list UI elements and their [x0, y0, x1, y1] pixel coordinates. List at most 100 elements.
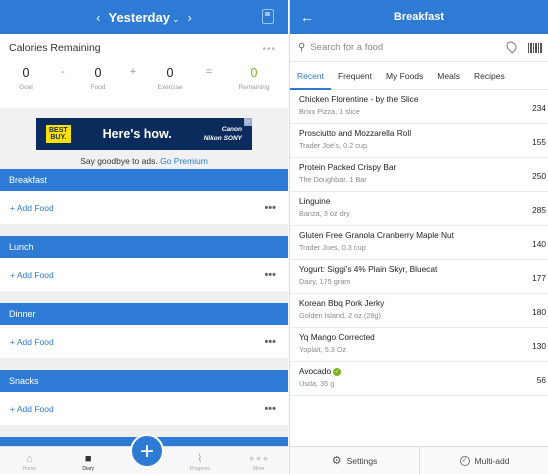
go-premium-link[interactable]: Go Premium [160, 156, 208, 166]
prev-day-button[interactable]: ‹ [96, 10, 100, 25]
food-detail: Yoplait, 5.3 Oz [299, 345, 347, 354]
goal-cell: 0 Goal [9, 66, 43, 91]
plus-operator: + [129, 66, 137, 78]
tab-more[interactable]: ∘∘∘ More [239, 452, 279, 472]
multi-add-button[interactable]: ✓ Multi-add [419, 447, 548, 474]
ad-section: BEST BUY. Here's how. Canon Nikon SONY ▷ … [0, 108, 288, 169]
food-name: Korean Bbq Pork Jerky [299, 298, 385, 308]
food-list-item[interactable]: Avocado ✓ Usda, 35 g 56 [290, 362, 548, 396]
more-options-icon[interactable]: ••• [264, 269, 276, 281]
food-name: Prosciutto and Mozzarella Roll [299, 128, 412, 138]
progress-chart-icon: ⌇ [197, 453, 203, 465]
exercise-cell: 0 Exercise [153, 66, 187, 91]
diary-icon[interactable] [262, 9, 274, 24]
search-bottom-bar: ⚙ Settings ✓ Multi-add [290, 446, 548, 474]
food-calories: 130 [532, 341, 546, 351]
food-name: Chicken Florentine - by the Slice [299, 94, 419, 104]
meal-header-breakfast: Breakfast [0, 169, 288, 191]
food-tabs: Recent Frequent My Foods Meals Recipes [290, 62, 548, 90]
food-detail: The Doughbar, 1 Bar [299, 175, 367, 184]
tab-recipes[interactable]: Recipes [467, 62, 512, 90]
search-bar[interactable]: ⚲ Search for a food [290, 34, 548, 62]
food-list-item[interactable]: Gluten Free Granola Cranberry Maple Nut … [290, 226, 548, 260]
tab-frequent[interactable]: Frequent [331, 62, 379, 90]
tab-home[interactable]: ⌂ Home [9, 452, 49, 472]
food-list-item[interactable]: Chicken Florentine - by the Slice Brixx … [290, 90, 548, 124]
search-icon: ⚲ [298, 42, 306, 53]
ad-text: Say goodbye to ads. Go Premium [80, 156, 208, 166]
add-food-lunch-button[interactable]: + Add Food [10, 270, 54, 280]
food-detail: Brixx Pizza, 1 slice [299, 107, 360, 116]
date-title: Yesterday [108, 9, 170, 25]
tab-diary[interactable]: ■ Diary [68, 452, 108, 472]
more-options-icon[interactable]: ••• [264, 336, 276, 348]
equals-operator: = [205, 66, 213, 78]
remaining-cell: 0 Remaining [231, 66, 277, 91]
remaining-value: 0 [250, 66, 258, 80]
goal-label: Goal [19, 84, 33, 91]
food-list-item[interactable]: Korean Bbq Pork Jerky Golden Island, 2 o… [290, 294, 548, 328]
food-name: Yogurt: Siggi's 4% Plain Skyr, Bluecat [299, 264, 438, 274]
food-name: Linguine [299, 196, 331, 206]
multi-add-label: Multi-add [474, 455, 510, 466]
food-detail: Trader Joe's, 0.2 cup [299, 141, 368, 150]
search-input[interactable]: Search for a food [310, 42, 383, 53]
remaining-label: Remaining [238, 84, 270, 91]
food-list-item[interactable]: Yogurt: Siggi's 4% Plain Skyr, Bluecat D… [290, 260, 548, 294]
settings-label: Settings [346, 455, 378, 466]
ad-slogan: Here's how. [102, 127, 172, 141]
add-food-breakfast-button[interactable]: + Add Food [10, 203, 54, 213]
ad-choices-icon[interactable]: ▷ [244, 118, 252, 126]
meal-breakfast: Breakfast + Add Food ••• [0, 169, 288, 224]
add-food-snacks-button[interactable]: + Add Food [10, 404, 54, 414]
verified-check-icon: ✓ [333, 367, 342, 376]
tab-progress[interactable]: ⌇ Progress [180, 452, 220, 472]
diary-header: ‹ Yesterday ⌄ › [0, 0, 288, 34]
food-cell: 0 Food [83, 66, 113, 91]
settings-button[interactable]: ⚙ Settings [290, 447, 419, 474]
search-header: ← Breakfast [290, 0, 548, 34]
meal-header-snacks: Snacks [0, 370, 288, 392]
food-detail: Trader Joes, 0.3 cup [299, 243, 366, 252]
more-options-icon[interactable]: ••• [264, 403, 276, 415]
food-detail: Usda, 35 g [299, 379, 335, 388]
chevron-down-icon: ⌄ [171, 13, 180, 24]
food-detail: Golden Island, 2 oz (28g) [299, 311, 381, 320]
next-day-button[interactable]: › [187, 10, 191, 25]
meal-lunch: Lunch + Add Food ••• [0, 236, 288, 291]
date-selector[interactable]: Yesterday ⌄ [109, 10, 180, 25]
food-name: Protein Packed Crispy Bar [299, 162, 397, 172]
back-arrow-icon[interactable]: ← [300, 9, 314, 25]
food-list-item[interactable]: Yq Mango Corrected Yoplait, 5.3 Oz 130 [290, 328, 548, 362]
meal-header-lunch: Lunch [0, 236, 288, 258]
food-detail: Dairy, 175 gram [299, 277, 351, 286]
gear-icon: ⚙ [331, 455, 342, 467]
ad-banner[interactable]: BEST BUY. Here's how. Canon Nikon SONY ▷ [36, 118, 252, 150]
more-options-icon[interactable]: ••• [264, 202, 276, 214]
meal-title: Breakfast [393, 11, 445, 23]
ad-brands: Canon Nikon SONY [203, 126, 242, 142]
food-list-item[interactable]: Protein Packed Crispy Bar The Doughbar, … [290, 158, 548, 192]
calories-heading: Calories Remaining [9, 42, 101, 54]
more-options-icon[interactable]: ••• [262, 44, 276, 55]
best-buy-logo: BEST BUY. [46, 125, 71, 143]
home-icon: ⌂ [26, 453, 33, 465]
food-name-row: Avocado ✓ [299, 366, 540, 376]
tab-recent[interactable]: Recent [290, 62, 331, 90]
exercise-value: 0 [166, 66, 174, 80]
barcode-scan-icon[interactable] [528, 43, 542, 53]
food-calories: 155 [532, 137, 546, 147]
food-list-item[interactable]: Prosciutto and Mozzarella Roll Trader Jo… [290, 124, 548, 158]
food-calories: 140 [532, 239, 546, 249]
food-name: Avocado [299, 366, 332, 376]
meal-snacks: Snacks + Add Food ••• [0, 370, 288, 425]
food-list-item[interactable]: Linguine Banza, 3 oz dry 285 [290, 192, 548, 226]
quick-add-plus-button[interactable]: + [130, 434, 164, 468]
location-pin-icon[interactable] [504, 39, 519, 54]
food-name: Yq Mango Corrected [299, 332, 375, 342]
check-circle-icon: ✓ [459, 455, 470, 466]
exercise-label: Exercise [157, 84, 183, 91]
tab-meals[interactable]: Meals [430, 62, 467, 90]
add-food-dinner-button[interactable]: + Add Food [10, 337, 54, 347]
tab-my-foods[interactable]: My Foods [379, 62, 430, 90]
